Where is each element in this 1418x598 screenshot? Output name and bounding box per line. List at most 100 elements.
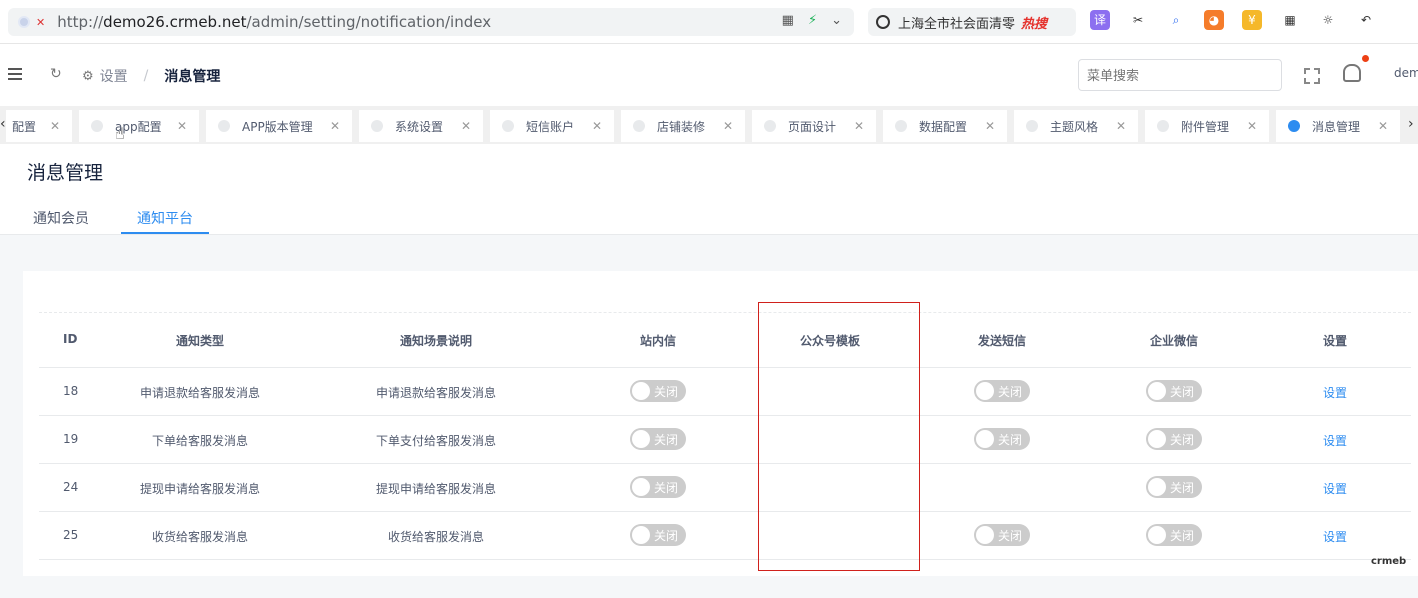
tab-notify-platform[interactable]: 通知平台 [137,208,193,228]
work-wechat-switch[interactable]: 关闭 [1146,380,1202,402]
tab-label: APP版本管理 [242,119,313,134]
switch-knob [1148,478,1166,496]
cell-type: 申请退款给客服发消息 [140,386,261,400]
tab-config[interactable]: 配置 ✕ [6,110,72,142]
settings-link[interactable]: 设置 [1323,528,1347,545]
notification-dot [1362,55,1369,62]
tab-app-version[interactable]: APP版本管理 ✕ [206,110,352,142]
admin-header: ↻ ⚙ 设置 / 消息管理 dem [0,44,1418,106]
breadcrumb-item-current: 消息管理 [164,69,221,85]
close-icon[interactable]: ✕ [723,119,733,133]
cell-type: 收货给客服发消息 [152,530,249,544]
tab-dot [91,120,103,132]
sms-switch[interactable]: 关闭 [974,380,1030,402]
inbox-switch[interactable]: 关闭 [630,476,686,498]
sms-switch[interactable]: 关闭 [974,524,1030,546]
close-icon[interactable]: ✕ [854,119,864,133]
tab-dot [371,120,383,132]
url-text[interactable]: http://demo26.crmeb.net/admin/setting/no… [57,13,491,31]
tab-theme-style[interactable]: 主题风格 ✕ [1014,110,1138,142]
qr-code-icon[interactable]: ▦ [782,13,794,28]
row-divider [39,367,1411,368]
switch-knob [632,526,650,544]
column-header-type: 通知类型 [176,334,225,348]
breadcrumb-item-settings[interactable]: 设置 [100,66,128,86]
wechat-template-column-highlight [758,302,920,571]
close-icon[interactable]: ✕ [1378,119,1388,133]
undo-icon[interactable]: ↶ [1356,10,1376,30]
tab-dot [895,120,907,132]
refresh-icon[interactable]: ↻ [50,66,62,82]
close-icon[interactable]: ✕ [461,119,471,133]
close-icon[interactable]: ✕ [1116,119,1126,133]
settings-link[interactable]: 设置 [1323,384,1347,401]
browser-search-box[interactable]: 上海全市社会面清零 热搜 [868,8,1076,36]
tab-sms-account[interactable]: 短信账户 ✕ [490,110,614,142]
chevron-right-icon[interactable]: › [1408,116,1414,132]
bell-icon[interactable] [1343,64,1361,82]
work-wechat-switch[interactable]: 关闭 [1146,476,1202,498]
inbox-switch[interactable]: 关闭 [630,428,686,450]
user-name[interactable]: dem [1394,66,1418,80]
close-icon[interactable]: ✕ [177,119,187,133]
column-header-inbox: 站内信 [640,334,677,348]
tab-app-config[interactable]: app配置 ✕ [79,110,199,142]
switch-label: 关闭 [1170,481,1195,495]
close-icon[interactable]: ✕ [330,119,340,133]
site-icon [18,16,30,28]
cell-id: 24 [63,480,79,494]
page-header: 消息管理 通知会员 通知平台 [0,144,1418,235]
close-icon[interactable]: ✕ [985,119,995,133]
notification-table-card: ID 通知类型 通知场景说明 站内信 公众号模板 发送短信 企业微信 设置 18… [23,271,1418,576]
search-icon [876,15,890,29]
close-icon[interactable]: ✕ [592,119,602,133]
tab-system-settings[interactable]: 系统设置 ✕ [359,110,483,142]
bolt-icon[interactable]: ⚡ [808,13,817,28]
column-header-scene: 通知场景说明 [400,334,473,348]
switch-label: 关闭 [1170,433,1195,447]
scissors-icon[interactable]: ✂ [1128,10,1148,30]
column-header-id: ID [63,332,78,346]
tab-page-design[interactable]: 页面设计 ✕ [752,110,876,142]
tab-dot-active [1288,120,1300,132]
tab-shop-decor[interactable]: 店铺装修 ✕ [621,110,745,142]
inbox-switch[interactable]: 关闭 [630,380,686,402]
switch-knob [1148,430,1166,448]
translate-icon[interactable]: 译 [1090,10,1110,30]
switch-label: 关闭 [654,433,679,447]
menu-toggle-icon[interactable] [8,68,22,80]
tab-notify-members[interactable]: 通知会员 [33,208,89,228]
chevron-down-icon[interactable]: ⌄ [831,13,842,28]
page-title: 消息管理 [27,162,104,184]
column-header-settings: 设置 [1323,334,1348,348]
switch-label: 关闭 [998,385,1023,399]
cell-type: 提现申请给客服发消息 [140,482,261,496]
gear-icon: ⚙ [82,68,94,84]
brightness-icon[interactable]: ☼ [1318,10,1338,30]
switch-label: 关闭 [998,433,1023,447]
menu-search-input[interactable] [1078,59,1282,91]
fullscreen-icon[interactable] [1304,68,1320,84]
tab-attachments[interactable]: 附件管理 ✕ [1145,110,1269,142]
settings-link[interactable]: 设置 [1323,480,1347,497]
close-icon[interactable]: ✕ [1247,119,1257,133]
tab-label: 附件管理 [1181,119,1230,134]
tab-dot [1157,120,1169,132]
tab-message-management[interactable]: 消息管理 ✕ [1276,110,1400,142]
work-wechat-switch[interactable]: 关闭 [1146,524,1202,546]
close-icon[interactable]: ✕ [50,119,60,133]
shield-icon[interactable]: ¥ [1242,10,1262,30]
inbox-switch[interactable]: 关闭 [630,524,686,546]
settings-link[interactable]: 设置 [1323,432,1347,449]
sms-switch[interactable]: 关闭 [974,428,1030,450]
game-icon[interactable]: ◕ [1204,10,1224,30]
switch-knob [632,478,650,496]
apps-grid-icon[interactable]: ▦ [1280,10,1300,30]
insecure-icon[interactable]: ✕ [36,16,45,29]
breadcrumb: ⚙ 设置 / 消息管理 [82,66,220,86]
tab-data-config[interactable]: 数据配置 ✕ [883,110,1007,142]
chevron-left-icon[interactable]: ‹ [0,116,6,132]
address-bar[interactable]: ✕ http://demo26.crmeb.net/admin/setting/… [8,8,854,36]
work-wechat-switch[interactable]: 关闭 [1146,428,1202,450]
magnifier-icon[interactable]: ⌕ [1166,10,1186,30]
